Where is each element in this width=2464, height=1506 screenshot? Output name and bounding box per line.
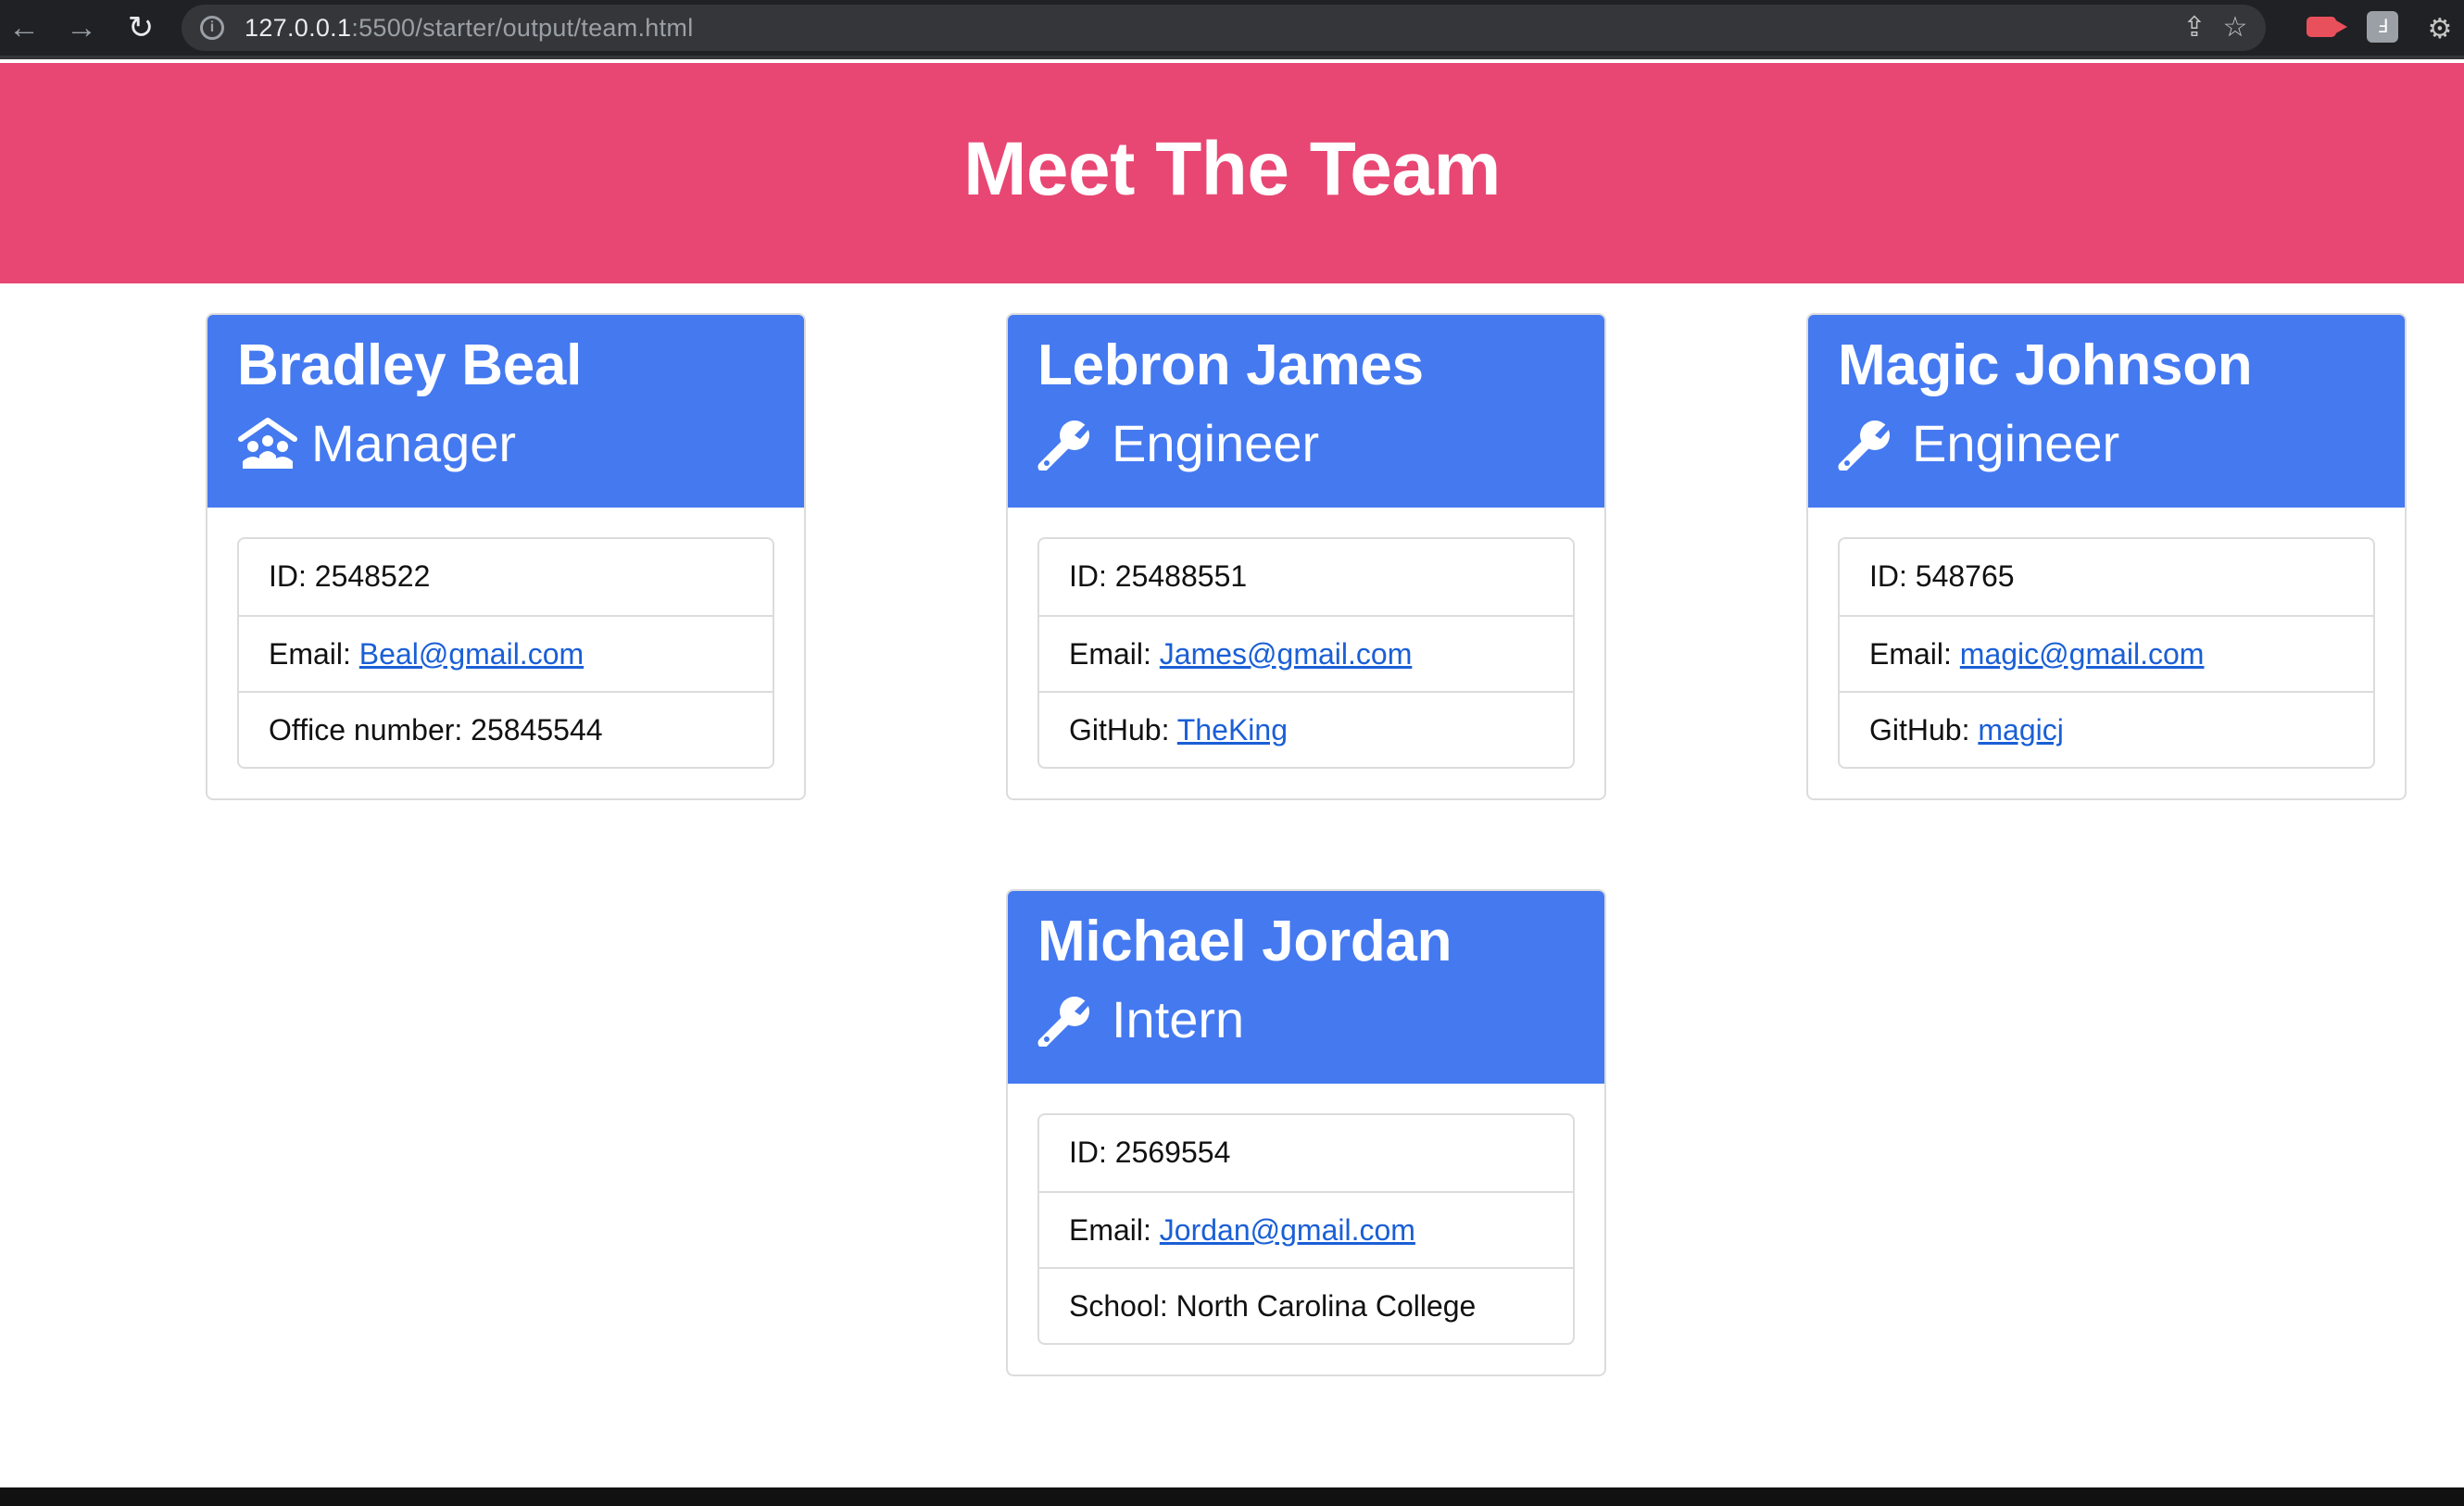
browser-toolbar: ← → ↻ i 127.0.0.1:5500/starter/output/te… — [0, 0, 2464, 59]
employee-card-intern: Michael Jordan Intern ID: 2569554 Email:… — [1006, 889, 1606, 1376]
email-label: Email: — [1069, 1213, 1151, 1247]
employee-role: Manager — [237, 409, 774, 478]
role-label: Intern — [1112, 990, 1245, 1048]
people-roof-icon — [237, 417, 298, 471]
email-row: Email: Beal@gmail.com — [239, 615, 773, 691]
email-link[interactable]: Beal@gmail.com — [359, 637, 584, 671]
wrench-icon — [1037, 993, 1099, 1048]
employee-card-engineer: Magic Johnson Engineer ID: 548765 Email:… — [1806, 313, 2407, 800]
url-path: :5500/starter/output/team.html — [351, 14, 694, 42]
email-label: Email: — [1069, 637, 1151, 671]
employee-name: Michael Jordan — [1037, 910, 1452, 973]
school-label: School: — [1069, 1289, 1168, 1323]
employee-card-engineer: Lebron James Engineer ID: 25488551 Email… — [1006, 313, 1606, 800]
id-row: ID: 25488551 — [1039, 539, 1573, 615]
employee-role: Engineer — [1838, 409, 2375, 478]
card-body: ID: 548765 Email: magic@gmail.com GitHub… — [1808, 508, 2405, 798]
office-number-row: Office number: 25845544 — [239, 691, 773, 767]
id-label: ID: — [1069, 559, 1107, 593]
employee-role: Engineer — [1037, 409, 1575, 478]
id-label: ID: — [269, 559, 307, 593]
reload-icon[interactable]: ↻ — [120, 7, 161, 48]
email-link[interactable]: Jordan@gmail.com — [1160, 1213, 1415, 1247]
id-value: 25488551 — [1114, 559, 1248, 593]
github-row: GitHub: magicj — [1840, 691, 2373, 767]
id-label: ID: — [1069, 1136, 1107, 1169]
card-header: Michael Jordan Intern — [1008, 891, 1604, 1084]
wrench-icon — [1838, 417, 1899, 472]
school-row: School: North Carolina College — [1039, 1267, 1573, 1343]
email-row: Email: James@gmail.com — [1039, 615, 1573, 691]
info-list: ID: 548765 Email: magic@gmail.com GitHub… — [1838, 537, 2375, 769]
school-value: North Carolina College — [1175, 1289, 1477, 1323]
bottom-bar — [0, 1487, 2464, 1506]
email-row: Email: Jordan@gmail.com — [1039, 1191, 1573, 1267]
extension-red-icon[interactable] — [2307, 17, 2347, 37]
office-number-label: Office number: — [269, 713, 463, 747]
bookmark-star-icon[interactable]: ☆ — [2216, 8, 2255, 47]
back-arrow-icon[interactable]: ← — [4, 7, 44, 48]
id-row: ID: 548765 — [1840, 539, 2373, 615]
github-label: GitHub: — [1869, 713, 1970, 747]
email-row: Email: magic@gmail.com — [1840, 615, 2373, 691]
share-icon[interactable]: ⇪ — [2175, 8, 2214, 47]
github-link[interactable]: TheKing — [1177, 713, 1288, 747]
id-label: ID: — [1869, 559, 1907, 593]
wrench-icon — [1037, 417, 1099, 472]
card-header: Bradley Beal Manager — [207, 315, 804, 508]
office-number-value: 25845544 — [471, 713, 603, 747]
employee-name: Magic Johnson — [1838, 333, 2253, 397]
extension-grey-icon[interactable]: Ⅎ — [2367, 11, 2398, 43]
card-body: ID: 2569554 Email: Jordan@gmail.com Scho… — [1008, 1084, 1604, 1374]
email-link[interactable]: James@gmail.com — [1160, 637, 1413, 671]
email-label: Email: — [1869, 637, 1952, 671]
id-value: 2548522 — [314, 559, 431, 593]
id-row: ID: 2548522 — [239, 539, 773, 615]
card-body: ID: 25488551 Email: James@gmail.com GitH… — [1008, 508, 1604, 798]
employee-role: Intern — [1037, 985, 1575, 1054]
role-label: Manager — [311, 414, 517, 472]
url-text[interactable]: 127.0.0.1:5500/starter/output/team.html — [245, 5, 694, 51]
info-list: ID: 2569554 Email: Jordan@gmail.com Scho… — [1037, 1113, 1575, 1345]
github-link[interactable]: magicj — [1978, 713, 2063, 747]
role-label: Engineer — [1912, 414, 2120, 472]
id-value: 548765 — [1915, 559, 2015, 593]
card-header: Magic Johnson Engineer — [1808, 315, 2405, 508]
url-host: 127.0.0.1 — [245, 14, 352, 42]
github-label: GitHub: — [1069, 713, 1170, 747]
page-title: Meet The Team — [963, 127, 1501, 211]
id-value: 2569554 — [1114, 1136, 1231, 1169]
employee-name: Lebron James — [1037, 333, 1424, 397]
role-label: Engineer — [1112, 414, 1320, 472]
address-bar[interactable]: i 127.0.0.1:5500/starter/output/team.htm… — [182, 5, 2266, 51]
employee-name: Bradley Beal — [237, 333, 583, 397]
forward-arrow-icon[interactable]: → — [61, 7, 102, 48]
card-header: Lebron James Engineer — [1008, 315, 1604, 508]
card-body: ID: 2548522 Email: Beal@gmail.com Office… — [207, 508, 804, 798]
email-label: Email: — [269, 637, 351, 671]
extensions-puzzle-icon[interactable]: ⚙ — [2420, 9, 2460, 50]
id-row: ID: 2569554 — [1039, 1115, 1573, 1191]
info-list: ID: 2548522 Email: Beal@gmail.com Office… — [237, 537, 774, 769]
site-info-icon[interactable]: i — [200, 16, 224, 40]
page-header: Meet The Team — [0, 63, 2464, 283]
github-row: GitHub: TheKing — [1039, 691, 1573, 767]
employee-card-manager: Bradley Beal Manager ID: 2548522 Email: … — [206, 313, 806, 800]
info-list: ID: 25488551 Email: James@gmail.com GitH… — [1037, 537, 1575, 769]
email-link[interactable]: magic@gmail.com — [1960, 637, 2205, 671]
